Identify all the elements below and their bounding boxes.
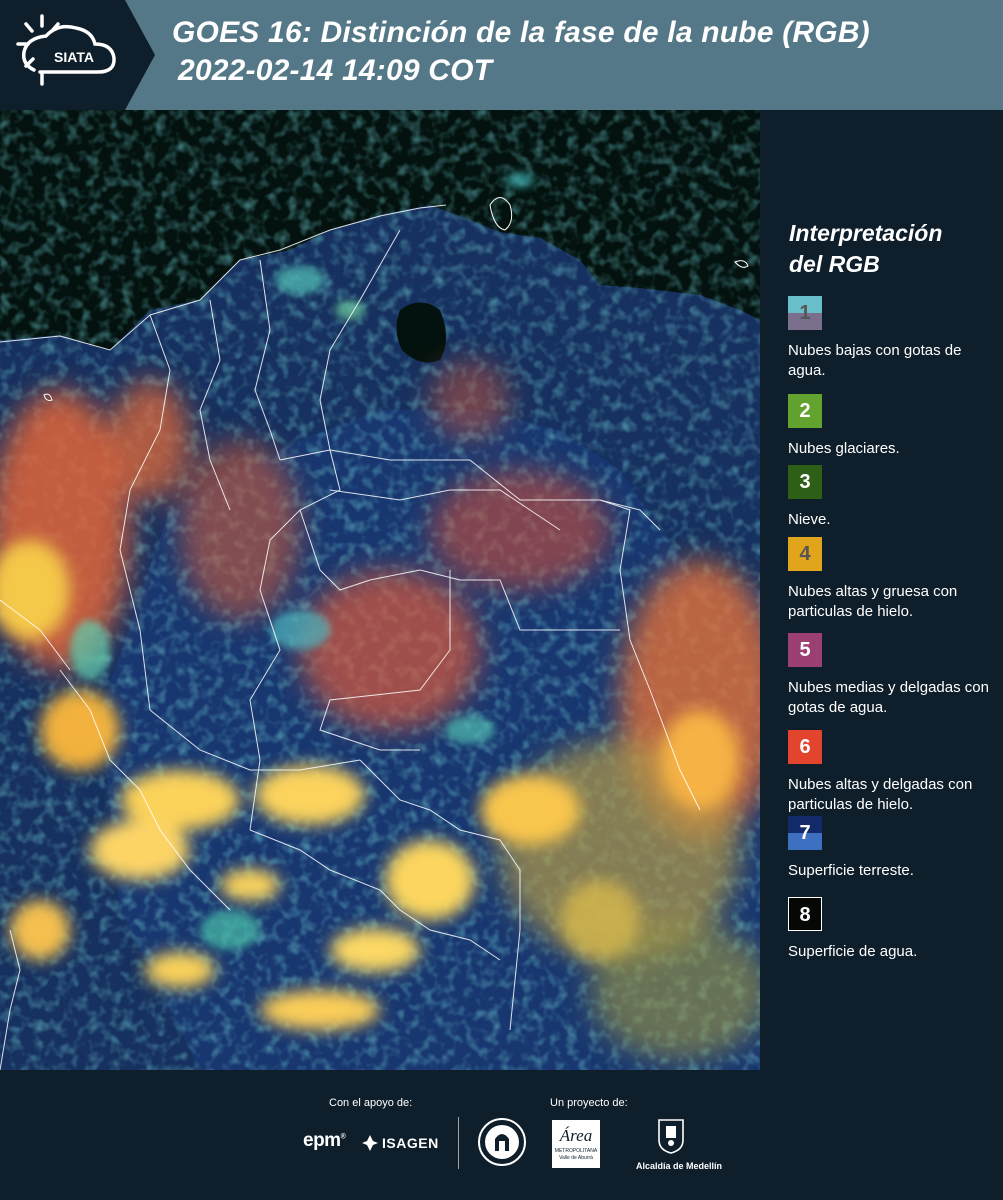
project-label: Un proyecto de:: [550, 1097, 628, 1109]
title-line-1: GOES 16: Distinción de la fase de la nub…: [172, 16, 870, 49]
header-banner: SIATA GOES 16: Distinción de la fase de …: [0, 0, 1003, 110]
isagen-logo: ISAGEN: [361, 1134, 439, 1152]
legend-item-7: 7 Superficie terreste.: [788, 816, 998, 881]
legend-description: Nubes medias y delgadas con gotas de agu…: [788, 679, 989, 716]
legend-number: 7: [799, 822, 811, 844]
legend-swatch-6: 6: [788, 730, 822, 764]
alcaldia-medellin-logo: Alcaldía de Medellín: [636, 1118, 722, 1171]
epm-logo: epm®: [303, 1130, 346, 1151]
area-metropolitana-logo: Área METROPOLITANA Valle de Aburrá: [552, 1120, 600, 1168]
footer-divider: [458, 1117, 459, 1169]
legend-description: Superficie de agua.: [788, 943, 918, 960]
legend-swatch-3: 3: [788, 465, 822, 499]
legend-description: Nubes altas y delgadas con particulas de…: [788, 776, 973, 813]
legend-number: 5: [799, 639, 811, 661]
medellin-shield-icon: [658, 1119, 684, 1154]
legend-item-3: 3 Nieve.: [788, 465, 998, 530]
legend-number: 1: [799, 302, 811, 324]
footer: Con el apoyo de: epm® ISAGEN Un proyecto…: [0, 1070, 1003, 1200]
satellite-rgb-map: [0, 110, 760, 1070]
legend-item-2: 2 Nubes glaciares.: [788, 394, 998, 459]
siata-seal-logo: [477, 1117, 527, 1167]
legend-swatch-4: 4: [788, 537, 822, 571]
legend-swatch-1: 1: [788, 296, 822, 330]
legend-item-1: 1 Nubes bajas con gotas de agua.: [788, 296, 998, 381]
legend-swatch-7: 7: [788, 816, 822, 850]
legend-title-line-2: del RGB: [789, 251, 880, 277]
legend-swatch-2: 2: [788, 394, 822, 428]
legend-item-4: 4 Nubes altas y gruesa con particulas de …: [788, 537, 998, 622]
legend-swatch-5: 5: [788, 633, 822, 667]
legend-title-line-1: Interpretación: [789, 220, 943, 246]
siata-logo: SIATA: [0, 0, 155, 110]
legend-description: Nubes bajas con gotas de agua.: [788, 342, 962, 379]
legend-swatch-8: 8: [788, 897, 822, 931]
legend-description: Nubes altas y gruesa con particulas de h…: [788, 583, 958, 620]
isagen-icon: [362, 1135, 378, 1151]
legend-panel: Interpretación del RGB 1 Nubes bajas con …: [760, 110, 1003, 1070]
legend-number: 3: [799, 471, 811, 493]
legend-title: Interpretación del RGB: [789, 218, 942, 280]
legend-description: Nieve.: [788, 511, 831, 528]
legend-number: 2: [799, 400, 811, 422]
siata-logo-text: SIATA: [54, 49, 94, 65]
legend-number: 4: [799, 543, 811, 565]
page-title: GOES 16: Distinción de la fase de la nub…: [172, 14, 870, 90]
title-line-2: 2022-02-14 14:09 COT: [178, 54, 493, 87]
legend-number: 6: [799, 736, 811, 758]
legend-description: Nubes glaciares.: [788, 440, 900, 457]
legend-number: 8: [799, 904, 811, 926]
legend-item-5: 5 Nubes medias y delgadas con gotas de ag…: [788, 633, 998, 718]
legend-description: Superficie terreste.: [788, 862, 914, 879]
support-label: Con el apoyo de:: [329, 1097, 413, 1109]
legend-item-6: 6 Nubes altas y delgadas con particulas d…: [788, 730, 998, 815]
legend-item-8: 8 Superficie de agua.: [788, 897, 998, 962]
